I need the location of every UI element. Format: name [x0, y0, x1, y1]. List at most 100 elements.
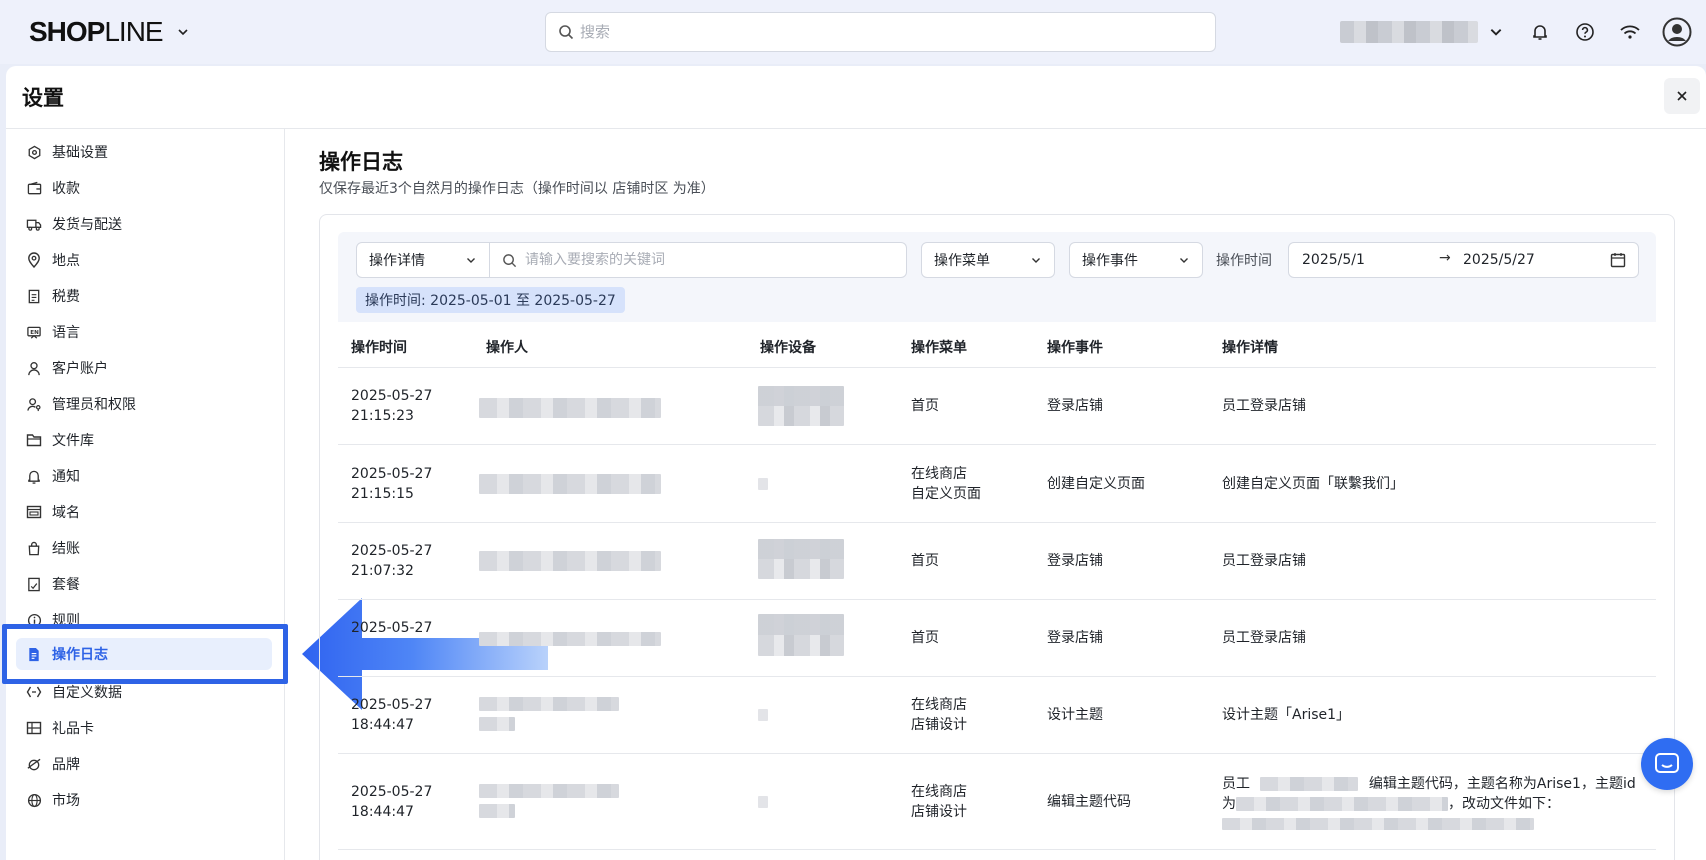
- device-redacted: [758, 478, 768, 490]
- keyword-search-input[interactable]: [525, 252, 885, 268]
- chevron-down-icon: [1180, 258, 1188, 263]
- sidebar-item-policies[interactable]: 规则: [16, 604, 272, 636]
- sidebar-item-taxes[interactable]: 税费: [16, 280, 272, 312]
- account-name-redacted[interactable]: [1340, 21, 1478, 43]
- logo-text-light: LINE: [104, 16, 163, 47]
- sidebar-item-operation-log[interactable]: 操作日志: [16, 638, 272, 670]
- operation-menu: 在线商店 店铺设计: [911, 784, 967, 820]
- device-redacted: [758, 386, 844, 426]
- date-end[interactable]: 2025/5/27: [1463, 252, 1535, 268]
- operation-event-select-value: 操作事件: [1082, 253, 1138, 269]
- sidebar-item-label: 操作日志: [52, 647, 108, 663]
- operation-detail: 创建自定义页面「联繫我们」: [1222, 476, 1404, 492]
- sidebar-item-brand[interactable]: 品牌: [16, 748, 272, 780]
- table-row: 2025-05-27 首页 登录店铺 员工登录店铺: [338, 600, 1656, 677]
- search-icon: [559, 25, 574, 40]
- table-row: 2025-05-27 18:44:47 在线商店 店铺设计 编辑主题代码 员工 编辑…: [338, 754, 1656, 850]
- help-icon[interactable]: [1571, 18, 1599, 46]
- sidebar-divider: [284, 129, 285, 860]
- operator-redacted: [479, 804, 515, 818]
- sidebar-item-notifications[interactable]: 通知: [16, 460, 272, 492]
- sidebar-item-plans[interactable]: 套餐: [16, 568, 272, 600]
- sidebar-item-label: 通知: [52, 469, 80, 485]
- sidebar-item-custom-data[interactable]: 自定义数据: [16, 676, 272, 708]
- sidebar-item-label: 套餐: [52, 577, 80, 593]
- wifi-icon[interactable]: [1616, 18, 1644, 46]
- sidebar-item-basic-settings[interactable]: 基础设置: [16, 136, 272, 168]
- page-title: 操作日志: [319, 150, 403, 174]
- operation-menu: 首页: [911, 553, 939, 569]
- column-header: 操作事件: [1047, 340, 1103, 356]
- table-row: 2025-05-27 18:44:47 在线商店 店铺设计 设计主题 设计主题「Ar…: [338, 677, 1656, 754]
- sidebar-item-label: 市场: [52, 793, 80, 809]
- sidebar-item-locations[interactable]: 地点: [16, 244, 272, 276]
- globe-icon: [26, 792, 42, 808]
- sidebar-item-payments[interactable]: 收款: [16, 172, 272, 204]
- operator-redacted: [479, 474, 661, 494]
- sidebar-item-gift-cards[interactable]: 礼品卡: [16, 712, 272, 744]
- shopline-logo[interactable]: SHOP LINE: [29, 16, 189, 48]
- global-search-input[interactable]: [580, 23, 1180, 41]
- operator-redacted: [479, 398, 661, 418]
- brand-icon: [26, 756, 42, 772]
- domain-icon: [26, 504, 42, 520]
- chat-support-button[interactable]: [1641, 738, 1693, 790]
- sidebar-item-domains[interactable]: 域名: [16, 496, 272, 528]
- panel-divider: [6, 128, 1706, 129]
- column-header: 操作人: [486, 340, 528, 356]
- user-icon: [26, 360, 42, 376]
- sidebar-item-markets[interactable]: 市场: [16, 784, 272, 816]
- date-range-picker[interactable]: 2025/5/1 → 2025/5/27: [1288, 242, 1639, 278]
- calendar-icon: [1610, 253, 1626, 268]
- operator-redacted: [479, 632, 661, 646]
- sidebar-item-label: 管理员和权限: [52, 397, 136, 413]
- global-search[interactable]: [545, 12, 1216, 52]
- sidebar-item-label: 收款: [52, 181, 80, 197]
- operation-menu-select[interactable]: 操作菜单: [921, 242, 1055, 278]
- operation-time: 2025-05-27 18:44:47: [351, 784, 433, 820]
- operation-detail: 员工登录店铺: [1222, 398, 1306, 414]
- device-redacted: [758, 709, 768, 721]
- operation-event: 设计主题: [1047, 707, 1103, 723]
- column-header: 操作设备: [760, 340, 816, 356]
- avatar-icon[interactable]: [1661, 16, 1693, 48]
- keyword-search[interactable]: [490, 242, 907, 278]
- operator-redacted: [479, 551, 661, 571]
- chat-icon: [1655, 753, 1679, 773]
- sidebar-item-label: 地点: [52, 253, 80, 269]
- chevron-down-icon[interactable]: [1482, 18, 1510, 46]
- sidebar-item-label: 发货与配送: [52, 217, 122, 233]
- sidebar-item-files[interactable]: 文件库: [16, 424, 272, 456]
- logo-text-bold: SHOP: [29, 16, 105, 47]
- operation-detail: 设计主题「Arise1」: [1222, 707, 1351, 723]
- sidebar-item-languages[interactable]: EN 语言: [16, 316, 272, 348]
- operation-event: 登录店铺: [1047, 553, 1103, 569]
- close-icon: [1677, 91, 1687, 101]
- operator-redacted: [1260, 777, 1359, 791]
- sidebar-item-shipping[interactable]: 发货与配送: [16, 208, 272, 240]
- active-filter-chip[interactable]: 操作时间: 2025-05-01 至 2025-05-27: [356, 287, 625, 313]
- sidebar-item-label: 品牌: [52, 757, 80, 773]
- bell-icon: [26, 468, 42, 484]
- receipt-icon: [26, 288, 42, 304]
- operation-detail: 员工 编辑主题代码，主题名称为Arise1，主题id 为，改动文件如下：: [1222, 774, 1642, 836]
- operation-menu: 在线商店 店铺设计: [911, 697, 967, 733]
- sidebar-item-checkout[interactable]: 结账: [16, 532, 272, 564]
- operation-detail: 员工登录店铺: [1222, 630, 1306, 646]
- wallet-icon: [26, 180, 42, 196]
- info-icon: [26, 612, 42, 628]
- operation-time: 2025-05-27 21:15:15: [351, 466, 433, 502]
- sidebar-item-admins-permissions[interactable]: 管理员和权限: [16, 388, 272, 420]
- operation-time: 2025-05-27 21:07:32: [351, 543, 433, 579]
- sidebar-item-label: 礼品卡: [52, 721, 94, 737]
- operation-menu: 首页: [911, 630, 939, 646]
- table-header: 操作时间 操作人 操作设备 操作菜单 操作事件 操作详情: [338, 322, 1656, 368]
- search-field-select[interactable]: 操作详情: [356, 242, 490, 278]
- close-button[interactable]: [1664, 78, 1700, 114]
- bell-icon[interactable]: [1526, 18, 1554, 46]
- operation-event-select[interactable]: 操作事件: [1069, 242, 1203, 278]
- panel-title: 设置: [22, 86, 64, 110]
- date-start[interactable]: 2025/5/1: [1302, 252, 1365, 268]
- chevron-down-icon[interactable]: [177, 26, 189, 38]
- sidebar-item-customer-accounts[interactable]: 客户账户: [16, 352, 272, 384]
